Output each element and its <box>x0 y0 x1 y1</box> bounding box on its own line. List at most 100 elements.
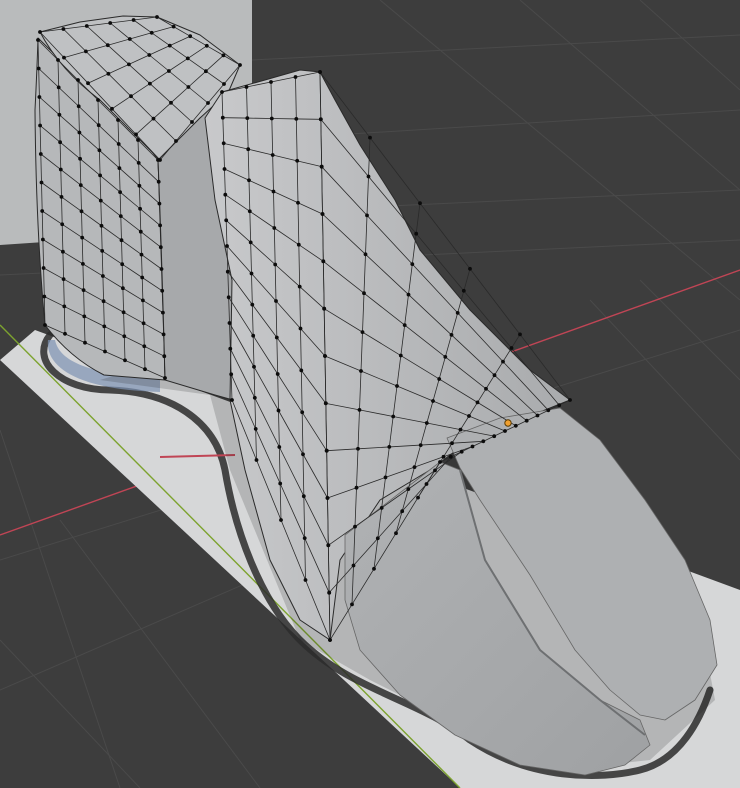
vertex-dot-icon[interactable] <box>229 372 234 377</box>
vertex-dot-icon[interactable] <box>503 429 507 433</box>
vertex-dot-icon[interactable] <box>279 518 283 522</box>
vertex-dot-icon[interactable] <box>225 244 229 248</box>
vertex-dot-icon[interactable] <box>36 66 41 71</box>
vertex-dot-icon[interactable] <box>96 98 100 102</box>
vertex-dot-icon[interactable] <box>116 142 121 146</box>
vertex-dot-icon[interactable] <box>185 56 190 61</box>
vertex-dot-icon[interactable] <box>455 311 460 315</box>
vertex-dot-icon[interactable] <box>438 460 442 464</box>
vertex-dot-icon[interactable] <box>174 139 178 143</box>
vertex-dot-icon[interactable] <box>277 445 282 449</box>
vertex-dot-icon[interactable] <box>557 403 562 408</box>
vertex-dot-icon[interactable] <box>303 578 308 582</box>
vertex-dot-icon[interactable] <box>450 441 454 446</box>
vertex-dot-icon[interactable] <box>244 85 249 89</box>
vertex-dot-icon[interactable] <box>269 80 273 84</box>
vertex-dot-icon[interactable] <box>116 118 120 122</box>
vertex-dot-icon[interactable] <box>156 179 161 184</box>
vertex-dot-icon[interactable] <box>443 355 448 359</box>
vertex-dot-icon[interactable] <box>121 286 125 291</box>
vertex-dot-icon[interactable] <box>61 249 65 254</box>
vertex-dot-icon[interactable] <box>117 166 122 171</box>
vertex-dot-icon[interactable] <box>76 104 81 109</box>
vertex-dot-icon[interactable] <box>353 524 357 529</box>
vertex-dot-icon[interactable] <box>96 123 101 128</box>
vertex-dot-icon[interactable] <box>167 69 171 73</box>
vertex-dot-icon[interactable] <box>320 212 325 216</box>
vertex-dot-icon[interactable] <box>406 487 411 491</box>
vertex-dot-icon[interactable] <box>167 43 172 48</box>
vertex-dot-icon[interactable] <box>448 454 453 459</box>
vertex-dot-icon[interactable] <box>228 346 233 351</box>
vertex-dot-icon[interactable] <box>412 465 417 469</box>
vertex-dot-icon[interactable] <box>129 94 133 99</box>
vertex-dot-icon[interactable] <box>106 71 111 76</box>
vertex-dot-icon[interactable] <box>273 262 278 267</box>
vertex-dot-icon[interactable] <box>366 174 371 179</box>
vertex-dot-icon[interactable] <box>143 367 147 372</box>
vertex-dot-icon[interactable] <box>323 354 327 358</box>
vertex-dot-icon[interactable] <box>398 353 403 358</box>
vertex-dot-icon[interactable] <box>379 506 384 510</box>
vertex-dot-icon[interactable] <box>38 30 42 34</box>
vertex-dot-icon[interactable] <box>350 602 354 607</box>
vertex-dot-icon[interactable] <box>568 398 572 402</box>
vertex-dot-icon[interactable] <box>84 49 88 54</box>
vertex-dot-icon[interactable] <box>38 123 42 128</box>
vertex-dot-icon[interactable] <box>169 100 173 105</box>
vertex-dot-icon[interactable] <box>76 78 80 82</box>
vertex-dot-icon[interactable] <box>225 269 230 274</box>
vertex-dot-icon[interactable] <box>418 201 422 206</box>
vertex-dot-icon[interactable] <box>158 158 162 162</box>
vertex-dot-icon[interactable] <box>159 267 164 271</box>
vertex-dot-icon[interactable] <box>274 335 279 340</box>
vertex-dot-icon[interactable] <box>509 346 514 350</box>
vertex-dot-icon[interactable] <box>108 21 113 25</box>
vertex-dot-icon[interactable] <box>171 24 176 29</box>
vertex-dot-icon[interactable] <box>43 323 47 327</box>
vertex-dot-icon[interactable] <box>400 509 405 514</box>
vertex-dot-icon[interactable] <box>301 452 305 457</box>
vertex-dot-icon[interactable] <box>238 63 242 67</box>
vertex-dot-icon[interactable] <box>470 444 475 449</box>
vertex-dot-icon[interactable] <box>105 43 110 48</box>
vertex-dot-icon[interactable] <box>296 242 301 247</box>
vertex-dot-icon[interactable] <box>62 304 67 309</box>
vertex-dot-icon[interactable] <box>204 43 209 48</box>
vertex-dot-icon[interactable] <box>295 158 300 163</box>
vertex-dot-icon[interactable] <box>161 310 165 315</box>
vertex-dot-icon[interactable] <box>137 183 142 188</box>
vertex-dot-icon[interactable] <box>299 368 304 373</box>
vertex-dot-icon[interactable] <box>351 563 356 568</box>
vertex-dot-icon[interactable] <box>127 37 132 41</box>
vertex-dot-icon[interactable] <box>246 147 251 152</box>
vertex-dot-icon[interactable] <box>251 333 256 338</box>
vertex-dot-icon[interactable] <box>122 334 127 339</box>
vertex-dot-icon[interactable] <box>56 85 61 90</box>
vertex-dot-icon[interactable] <box>327 590 332 595</box>
vertex-dot-icon[interactable] <box>302 536 307 540</box>
vertex-dot-icon[interactable] <box>357 408 362 412</box>
vertex-dot-icon[interactable] <box>394 531 398 536</box>
vertex-dot-icon[interactable] <box>458 427 463 432</box>
vertex-dot-icon[interactable] <box>461 288 466 293</box>
vertex-dot-icon[interactable] <box>492 373 497 378</box>
vertex-dot-icon[interactable] <box>38 152 43 156</box>
vertex-dot-icon[interactable] <box>139 252 144 257</box>
vertex-dot-icon[interactable] <box>449 333 454 337</box>
vertex-dot-icon[interactable] <box>62 55 66 60</box>
vertex-dot-icon[interactable] <box>481 439 486 444</box>
vertex-dot-icon[interactable] <box>61 27 66 31</box>
vertex-dot-icon[interactable] <box>98 173 102 178</box>
vertex-dot-icon[interactable] <box>158 245 163 250</box>
vertex-dot-icon[interactable] <box>100 249 105 253</box>
vertex-dot-icon[interactable] <box>535 413 540 418</box>
origin-pivot-icon[interactable] <box>504 419 512 427</box>
vertex-dot-icon[interactable] <box>97 148 102 153</box>
vertex-dot-icon[interactable] <box>252 364 256 369</box>
vertex-dot-icon[interactable] <box>276 408 281 413</box>
vertex-dot-icon[interactable] <box>84 24 89 28</box>
vertex-dot-icon[interactable] <box>375 536 380 541</box>
vertex-dot-icon[interactable] <box>158 223 163 228</box>
vertex-dot-icon[interactable] <box>63 331 67 336</box>
